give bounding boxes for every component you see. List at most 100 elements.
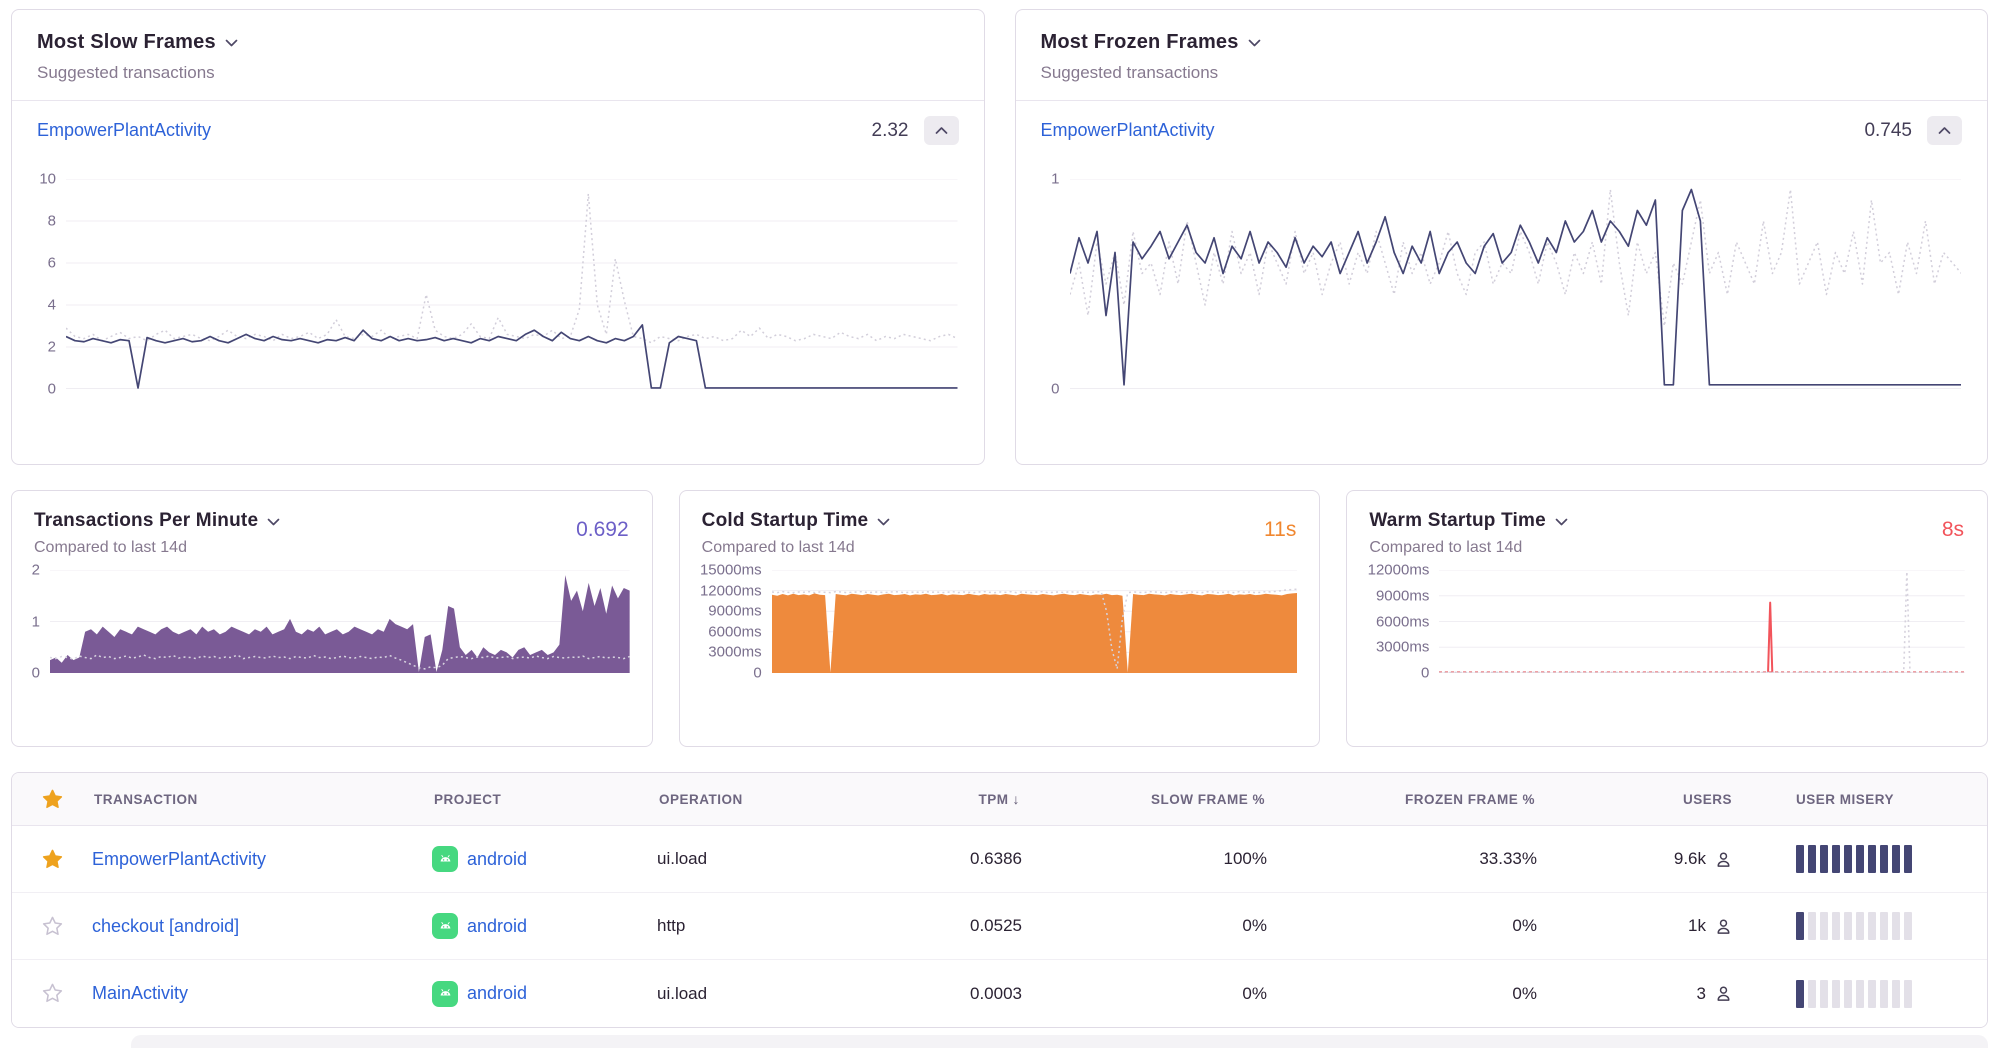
- panel-title: Cold Startup Time: [702, 510, 869, 532]
- panel-title-dropdown[interactable]: Cold Startup Time: [702, 510, 891, 532]
- user-misery-bars: [1796, 912, 1987, 940]
- slow-frames-chart: 0246810: [12, 149, 984, 434]
- column-header-operation[interactable]: OPERATION: [657, 792, 882, 807]
- column-header-slow-frame[interactable]: SLOW FRAME %: [1022, 792, 1267, 807]
- top-panels-row: Most Slow Frames Suggested transactions …: [11, 9, 1988, 465]
- sort-desc-icon: ↓: [1013, 791, 1021, 807]
- slow-frame-cell: 0%: [1022, 916, 1267, 936]
- warm-startup-time-panel: Warm Startup Time Compared to last 14d 8…: [1346, 490, 1988, 747]
- plot-area: [66, 179, 958, 389]
- transactions-table: TRANSACTION PROJECT OPERATION TPM↓ SLOW …: [11, 772, 1988, 1028]
- column-header-user-misery[interactable]: USER MISERY: [1734, 792, 1987, 807]
- users-cell: 3: [1537, 983, 1734, 1004]
- tpm-cell: 0.6386: [882, 849, 1022, 869]
- android-project-icon: [432, 913, 458, 939]
- y-axis: 01: [1026, 179, 1070, 389]
- table-header: TRANSACTION PROJECT OPERATION TPM↓ SLOW …: [12, 773, 1987, 826]
- project-link[interactable]: android: [467, 916, 527, 937]
- users-count: 1k: [1688, 916, 1706, 936]
- panel-title: Most Frozen Frames: [1041, 31, 1239, 54]
- project-link[interactable]: android: [467, 849, 527, 870]
- tpm-cell: 0.0003: [882, 984, 1022, 1004]
- operation-cell: ui.load: [657, 984, 882, 1004]
- frozen-frame-cell: 0%: [1267, 916, 1537, 936]
- plot-area: [50, 570, 630, 673]
- transactions-per-minute-panel: Transactions Per Minute Compared to last…: [11, 490, 653, 747]
- panel-title: Most Slow Frames: [37, 31, 216, 54]
- panel-header: Warm Startup Time Compared to last 14d 8…: [1347, 491, 1987, 557]
- android-project-icon: [432, 981, 458, 1007]
- operation-cell: ui.load: [657, 849, 882, 869]
- collapse-button[interactable]: [1927, 116, 1962, 145]
- column-header-frozen-frame[interactable]: FROZEN FRAME %: [1267, 792, 1537, 807]
- transaction-link[interactable]: MainActivity: [92, 983, 188, 1003]
- users-count: 9.6k: [1674, 849, 1706, 869]
- user-misery-bars: [1796, 845, 1987, 873]
- project-link[interactable]: android: [467, 983, 527, 1004]
- chevron-up-icon: [935, 126, 948, 135]
- panel-header: Most Frozen Frames Suggested transaction…: [1016, 10, 1988, 101]
- panel-header: Most Slow Frames Suggested transactions: [12, 10, 984, 101]
- panel-title-dropdown[interactable]: Most Frozen Frames: [1041, 31, 1261, 54]
- column-header-project[interactable]: PROJECT: [432, 792, 657, 807]
- y-axis: 03000ms6000ms9000ms12000ms15000ms: [684, 570, 772, 673]
- user-icon: [1713, 916, 1734, 937]
- transaction-link[interactable]: checkout [android]: [92, 916, 239, 936]
- panel-header: Cold Startup Time Compared to last 14d 1…: [680, 491, 1320, 557]
- user-icon: [1713, 849, 1734, 870]
- transaction-link[interactable]: EmpowerPlantActivity: [37, 120, 211, 141]
- plot-area: [1070, 179, 1962, 389]
- panel-value: 11s: [1264, 518, 1296, 542]
- warm-startup-chart: 03000ms6000ms9000ms12000ms: [1347, 557, 1987, 707]
- table-row: checkout [android] android http 0.0525 0…: [12, 893, 1987, 960]
- transaction-value: 2.32: [872, 120, 909, 142]
- star-button[interactable]: [41, 848, 64, 871]
- y-axis: 03000ms6000ms9000ms12000ms: [1351, 570, 1439, 673]
- users-cell: 1k: [1537, 916, 1734, 937]
- star-button[interactable]: [41, 915, 64, 938]
- chevron-down-icon: [1555, 518, 1568, 527]
- transaction-link[interactable]: EmpowerPlantActivity: [1041, 120, 1215, 141]
- panel-title-dropdown[interactable]: Warm Startup Time: [1369, 510, 1568, 532]
- chevron-down-icon: [267, 518, 280, 527]
- column-header-transaction[interactable]: TRANSACTION: [92, 792, 432, 807]
- y-axis: 012: [16, 570, 50, 673]
- panel-subtitle: Compared to last 14d: [1369, 539, 1965, 557]
- panel-header: Transactions Per Minute Compared to last…: [12, 491, 652, 557]
- panel-title: Warm Startup Time: [1369, 510, 1546, 532]
- chevron-down-icon: [877, 518, 890, 527]
- star-icon: [41, 915, 64, 938]
- most-frozen-frames-panel: Most Frozen Frames Suggested transaction…: [1015, 9, 1989, 465]
- users-cell: 9.6k: [1537, 849, 1734, 870]
- column-header-users[interactable]: USERS: [1537, 792, 1734, 807]
- transaction-link[interactable]: EmpowerPlantActivity: [92, 849, 266, 869]
- panel-title-dropdown[interactable]: Transactions Per Minute: [34, 510, 280, 532]
- collapse-button[interactable]: [924, 116, 959, 145]
- star-column-header: [12, 788, 92, 811]
- android-project-icon: [432, 846, 458, 872]
- transaction-row: EmpowerPlantActivity 2.32: [12, 101, 984, 149]
- next-card-partial: [131, 1035, 1988, 1048]
- panel-subtitle: Suggested transactions: [1041, 63, 1963, 83]
- panel-subtitle: Compared to last 14d: [34, 539, 630, 557]
- star-icon: [41, 848, 64, 871]
- y-axis: 0246810: [22, 179, 66, 389]
- plot-area: [772, 570, 1298, 673]
- star-icon: [41, 982, 64, 1005]
- frozen-frame-cell: 33.33%: [1267, 849, 1537, 869]
- column-header-tpm[interactable]: TPM↓: [882, 791, 1022, 807]
- cold-startup-time-panel: Cold Startup Time Compared to last 14d 1…: [679, 490, 1321, 747]
- star-icon: [41, 788, 64, 811]
- panel-value: 8s: [1942, 518, 1964, 542]
- star-button[interactable]: [41, 982, 64, 1005]
- users-count: 3: [1697, 984, 1706, 1004]
- tpm-cell: 0.0525: [882, 916, 1022, 936]
- table-row: MainActivity android ui.load 0.0003 0% 0…: [12, 960, 1987, 1027]
- chevron-down-icon: [1248, 39, 1261, 48]
- transaction-row: EmpowerPlantActivity 0.745: [1016, 101, 1988, 149]
- most-slow-frames-panel: Most Slow Frames Suggested transactions …: [11, 9, 985, 465]
- panel-subtitle: Suggested transactions: [37, 63, 959, 83]
- operation-cell: http: [657, 916, 882, 936]
- panel-title-dropdown[interactable]: Most Slow Frames: [37, 31, 238, 54]
- frozen-frame-cell: 0%: [1267, 984, 1537, 1004]
